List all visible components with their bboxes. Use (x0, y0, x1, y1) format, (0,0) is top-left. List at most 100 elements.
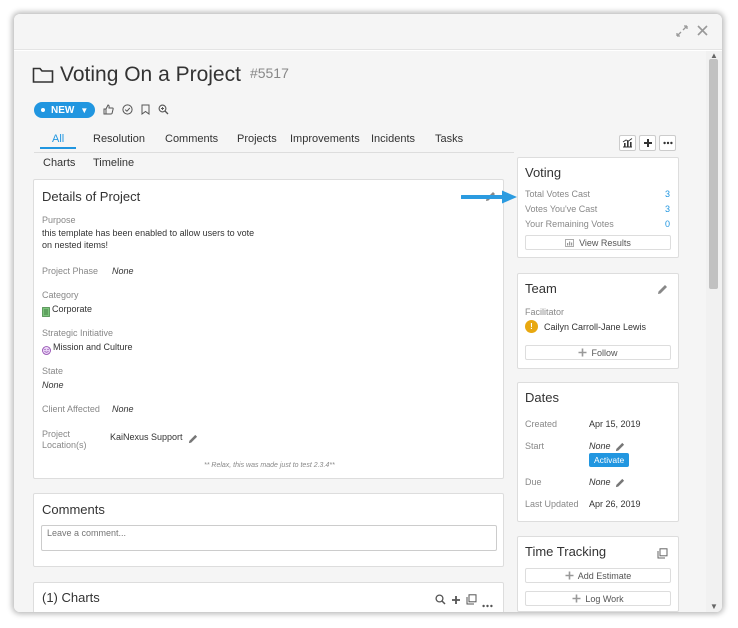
status-dot (41, 108, 45, 112)
content-area: Voting On a Project #5517 NEW ▼ All Reso… (14, 51, 706, 612)
avatar[interactable]: ! (525, 320, 538, 333)
due-label: Due (525, 477, 542, 487)
details-heading: Details of Project (42, 189, 141, 204)
scroll-down-icon[interactable]: ▼ (710, 602, 718, 611)
add-icon[interactable] (639, 135, 656, 151)
tab-tasks[interactable]: Tasks (435, 133, 463, 145)
tab-resolution[interactable]: Resolution (93, 133, 145, 145)
page-title: Voting On a Project (60, 63, 241, 86)
follow-button[interactable]: Follow (525, 345, 671, 360)
purpose-label: Purpose (42, 215, 76, 225)
due-value: None (589, 477, 611, 487)
details-panel: Details of Project Purpose this template… (33, 179, 504, 479)
category-label: Category (42, 290, 79, 300)
total-votes-value[interactable]: 3 (665, 189, 670, 199)
copy-icon[interactable] (466, 592, 477, 610)
comment-input[interactable] (41, 525, 497, 551)
add-estimate-button[interactable]: Add Estimate (525, 568, 671, 583)
results-icon (565, 238, 574, 247)
pencil-icon[interactable] (188, 431, 198, 449)
details-footnote: ** Relax, this was made just to test 2.3… (204, 462, 335, 469)
tab-comments[interactable]: Comments (165, 133, 218, 145)
location-label-2: Location(s) (42, 440, 87, 450)
category-icon (42, 304, 50, 322)
bookmark-icon[interactable] (141, 104, 150, 117)
tab-incidents[interactable]: Incidents (371, 133, 415, 145)
tab-all[interactable]: All (39, 133, 77, 149)
check-circle-icon[interactable] (122, 103, 133, 117)
tab-improvements[interactable]: Improvements (290, 133, 360, 145)
start-value: None (589, 441, 611, 451)
initiative-value: Mission and Culture (53, 342, 133, 352)
more-icon[interactable] (482, 595, 493, 612)
chart-icon[interactable] (619, 135, 636, 151)
plus-icon (572, 594, 581, 603)
votes-cast-label: Votes You've Cast (525, 204, 598, 214)
scrollbar[interactable]: ▲ ▼ (706, 51, 722, 612)
expand-icon[interactable] (676, 25, 688, 40)
category-value: Corporate (52, 304, 93, 314)
tab-timeline[interactable]: Timeline (93, 157, 134, 169)
remaining-votes-value[interactable]: 0 (665, 219, 670, 229)
comments-panel: Comments (33, 493, 504, 567)
remaining-votes-label: Your Remaining Votes (525, 219, 614, 229)
follow-label: Follow (591, 347, 618, 358)
state-label: State (42, 366, 64, 376)
folder-icon (32, 67, 54, 83)
comments-heading: Comments (42, 502, 105, 517)
tab-charts[interactable]: Charts (43, 157, 75, 169)
modal-window: Voting On a Project #5517 NEW ▼ All Reso… (14, 14, 722, 612)
activate-button[interactable]: Activate (589, 453, 630, 467)
chevron-down-icon: ▼ (80, 105, 89, 115)
dates-heading: Dates (525, 390, 559, 405)
thumbs-up-icon[interactable] (103, 103, 114, 117)
log-work-label: Log Work (585, 593, 624, 604)
title-row: Voting On a Project #5517 (32, 63, 289, 87)
created-value: Apr 15, 2019 (589, 419, 641, 429)
status-row: NEW ▼ (34, 102, 169, 118)
client-value: None (112, 404, 134, 414)
view-results-label: View Results (579, 237, 631, 248)
voting-panel: Voting Total Votes Cast 3 Votes You've C… (517, 157, 679, 258)
zoom-icon[interactable] (158, 104, 169, 117)
votes-cast-value[interactable]: 3 (665, 204, 670, 214)
start-label: Start (525, 441, 545, 451)
created-label: Created (525, 419, 558, 429)
status-dropdown[interactable]: NEW ▼ (34, 102, 96, 118)
charts-heading: (1) Charts (42, 590, 100, 605)
facilitator-name[interactable]: Cailyn Carroll-Jane Lewis (544, 322, 646, 332)
team-panel: Team Facilitator ! Cailyn Carroll-Jane L… (517, 273, 679, 369)
close-icon[interactable] (697, 25, 708, 39)
voting-heading: Voting (525, 165, 562, 180)
client-label: Client Affected (42, 404, 100, 414)
initiative-label: Strategic Initiative (42, 328, 114, 338)
phase-label: Project Phase (42, 266, 99, 276)
line-chart-icon (41, 611, 52, 612)
time-tracking-heading: Time Tracking (525, 544, 607, 559)
team-heading: Team (525, 281, 557, 296)
tab-bar: All Resolution Comments Projects Improve… (34, 133, 514, 153)
more-icon[interactable] (659, 135, 676, 151)
add-icon[interactable] (451, 592, 461, 610)
toolbar-buttons (619, 135, 676, 151)
updated-value: Apr 26, 2019 (589, 499, 641, 509)
search-icon[interactable] (435, 592, 446, 610)
facilitator-label: Facilitator (525, 307, 565, 317)
status-label: NEW (51, 104, 75, 116)
copy-icon[interactable] (657, 546, 668, 564)
add-estimate-label: Add Estimate (577, 570, 632, 581)
tab-projects[interactable]: Projects (237, 133, 277, 145)
plus-icon (578, 348, 587, 357)
smiley-icon (42, 342, 51, 360)
scrollbar-thumb[interactable] (709, 59, 718, 289)
view-results-button[interactable]: View Results (525, 235, 671, 250)
location-value: KaiNexus Support (110, 432, 183, 442)
pencil-icon[interactable] (615, 475, 625, 493)
charts-panel: (1) Charts 1 (33, 582, 504, 612)
pencil-icon[interactable] (657, 282, 668, 300)
log-work-button[interactable]: Log Work (525, 591, 671, 606)
charts-row-count: 1 (61, 611, 66, 612)
window-topbar (14, 14, 722, 50)
phase-value: None (112, 266, 134, 276)
dates-panel: Dates Created Apr 15, 2019 Start None Ac… (517, 382, 679, 522)
